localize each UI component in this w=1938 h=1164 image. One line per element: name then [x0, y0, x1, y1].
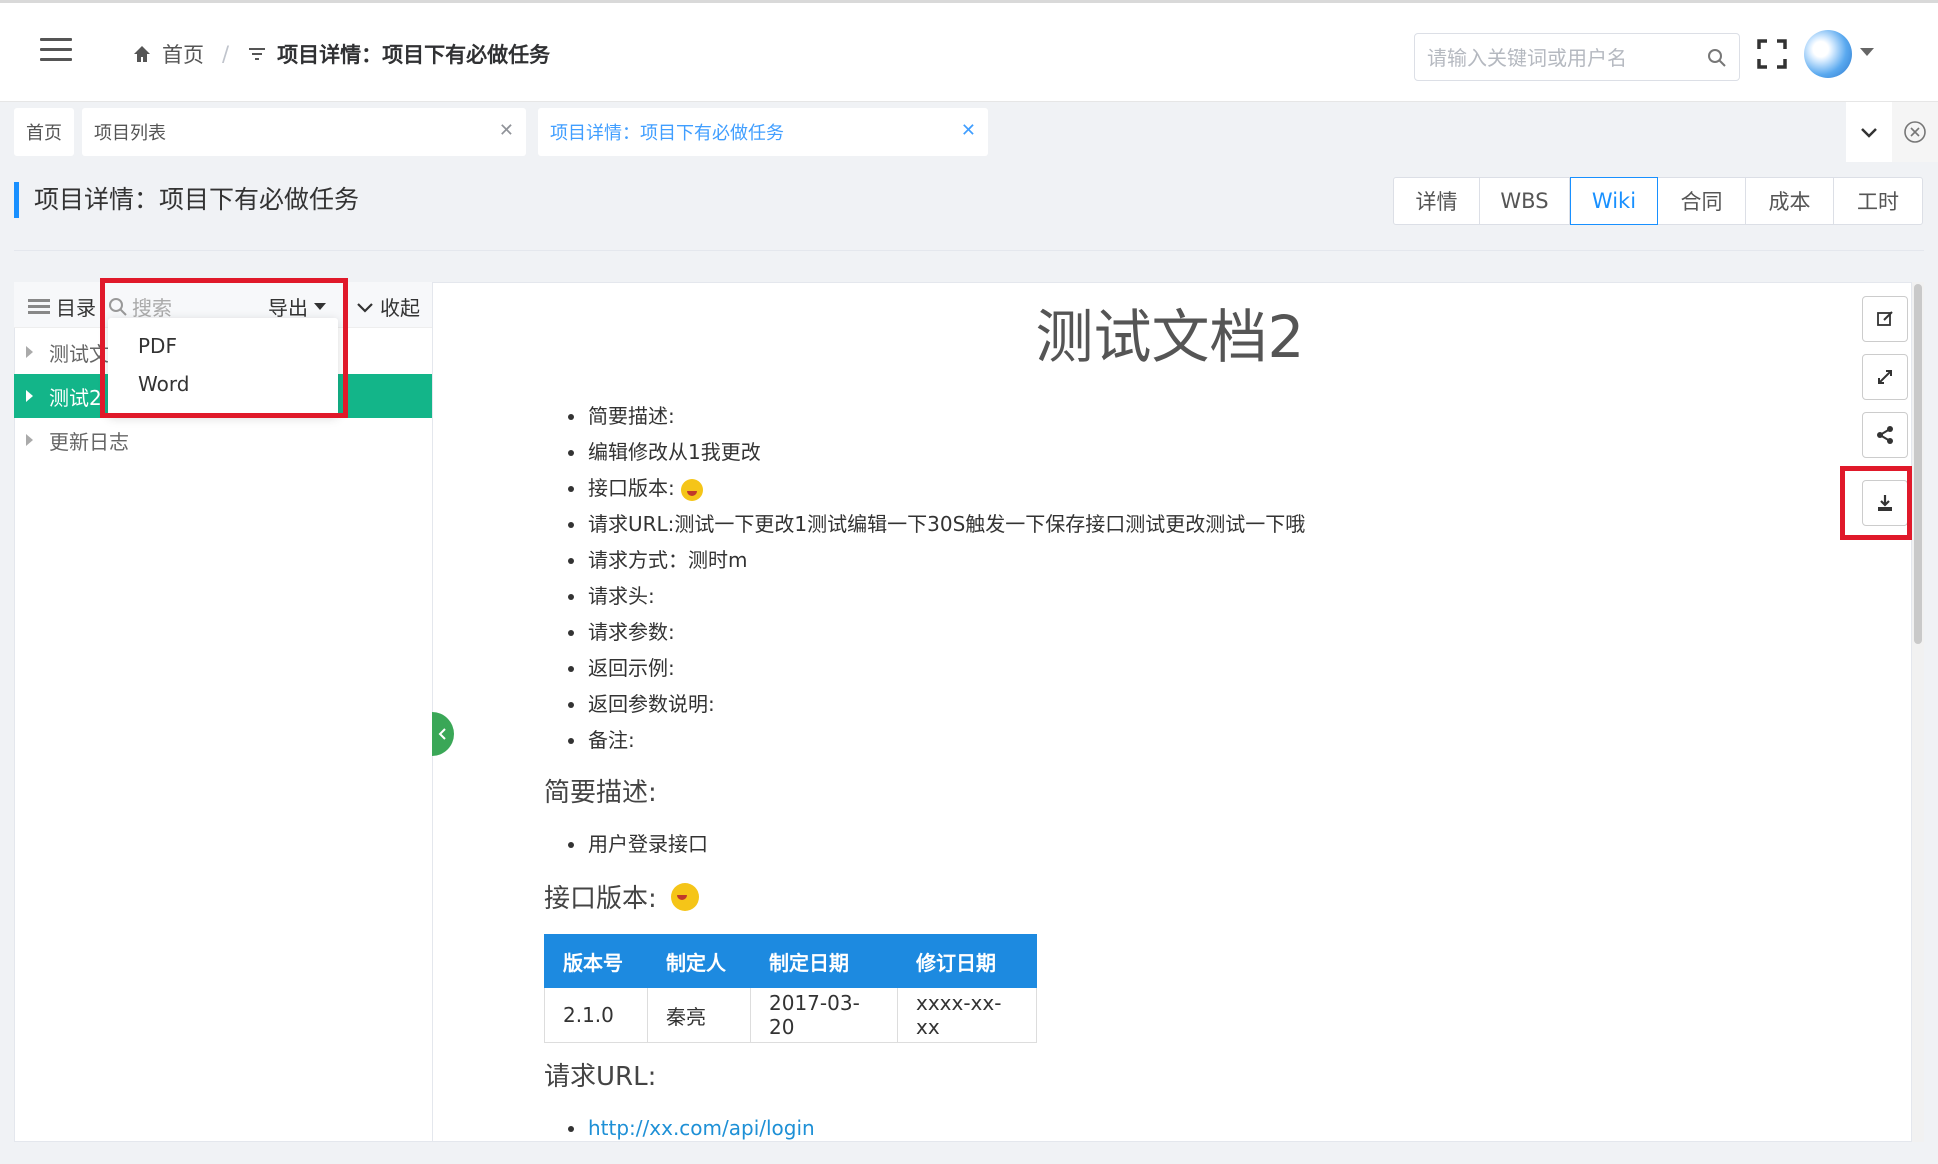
- url-link[interactable]: http://xx.com/api/login: [588, 1116, 815, 1140]
- fullscreen-icon[interactable]: [1756, 38, 1788, 70]
- expand-button[interactable]: [1862, 354, 1908, 400]
- view-tab-worktime[interactable]: 工时: [1834, 178, 1922, 224]
- table-cell: 2.1.0: [544, 987, 648, 1043]
- caret-right-icon: [26, 346, 33, 358]
- table-row: 2.1.0 秦亮 2017-03-20 xxxx-xx-xx: [544, 987, 1037, 1043]
- view-tab-cost[interactable]: 成本: [1746, 178, 1834, 224]
- expand-icon: [1878, 370, 1892, 384]
- toc-toggle[interactable]: 目录: [28, 292, 96, 321]
- view-tab-wiki[interactable]: Wiki: [1570, 177, 1658, 225]
- section-heading: 简要描述:: [544, 778, 657, 808]
- breadcrumb: 首页 / 项目详情：项目下有必做任务: [132, 36, 550, 72]
- tab-project-list[interactable]: 项目列表 ✕: [82, 108, 526, 156]
- tab-home[interactable]: 首页: [14, 108, 74, 156]
- close-icon[interactable]: ✕: [499, 120, 514, 141]
- menu-toggle-icon[interactable]: [40, 38, 74, 64]
- doc-toc-list: 简要描述: 编辑修改从1我更改 接口版本: 请求URL:测试一下更改1测试编辑一…: [568, 398, 1305, 758]
- list-item: 返回示例:: [568, 650, 1305, 686]
- list-item: 请求方式：测时m: [568, 542, 1305, 578]
- breadcrumb-home[interactable]: 首页: [162, 39, 204, 69]
- list-item: 简要描述:: [568, 398, 1305, 434]
- tabs-close-all-button[interactable]: [1892, 102, 1938, 162]
- page-title: 项目详情：项目下有必做任务: [34, 185, 360, 214]
- section-heading: 接口版本:: [544, 878, 699, 915]
- list-item: http://xx.com/api/login: [568, 1110, 815, 1146]
- edit-button[interactable]: [1862, 296, 1908, 342]
- scrollbar-thumb[interactable]: [1914, 284, 1922, 644]
- global-search[interactable]: [1414, 33, 1740, 82]
- caret-right-icon: [26, 434, 33, 446]
- title-accent-bar: [14, 182, 19, 218]
- collapse-label: 收起: [380, 296, 420, 320]
- table-header: 修订日期: [897, 934, 1037, 988]
- tabs-bar: 首页 项目列表 ✕ 项目详情：项目下有必做任务 ✕: [0, 102, 1938, 162]
- table-header: 版本号: [544, 934, 648, 988]
- divider: [14, 250, 1924, 251]
- close-icon[interactable]: ✕: [961, 120, 976, 141]
- tree-item-label: 测试2: [49, 385, 102, 410]
- global-search-input[interactable]: [1425, 34, 1699, 82]
- view-tab-detail[interactable]: 详情: [1394, 178, 1480, 224]
- list-item: 请求头:: [568, 578, 1305, 614]
- highlight-box: [100, 278, 348, 418]
- caret-down-icon[interactable]: [1860, 48, 1874, 56]
- tab-label: 项目详情：项目下有必做任务: [550, 123, 784, 144]
- caret-right-icon: [26, 390, 33, 402]
- chevron-down-icon: [1861, 128, 1877, 138]
- tree-item-changelog[interactable]: 更新日志: [14, 418, 432, 462]
- list-item: 编辑修改从1我更改: [568, 434, 1305, 470]
- filter-icon: [249, 48, 266, 60]
- share-icon: [1877, 426, 1893, 444]
- list-item: 用户登录接口: [568, 826, 708, 862]
- list-item: 接口版本:: [568, 470, 1305, 506]
- section-list: http://xx.com/api/login: [568, 1110, 815, 1146]
- list-item: 请求URL:测试一下更改1测试编辑一下30S触发一下保存接口测试更改测试一下哦: [568, 506, 1305, 542]
- list-item: 返回参数说明:: [568, 686, 1305, 722]
- tab-label: 项目列表: [94, 123, 166, 144]
- emoji-icon: [681, 478, 704, 501]
- version-table: 版本号 制定人 制定日期 修订日期 2.1.0 秦亮 2017-03-20 xx…: [544, 934, 1037, 1043]
- highlight-box: [1840, 466, 1912, 540]
- collapse-button[interactable]: 收起: [356, 292, 420, 321]
- section-list: 用户登录接口: [568, 826, 708, 862]
- tab-label: 首页: [26, 123, 62, 144]
- table-cell: xxxx-xx-xx: [897, 987, 1037, 1043]
- edit-icon: [1877, 311, 1893, 326]
- view-tab-contract[interactable]: 合同: [1658, 178, 1746, 224]
- tab-project-detail[interactable]: 项目详情：项目下有必做任务 ✕: [538, 108, 988, 156]
- list-icon: [28, 298, 50, 314]
- emoji-icon: [670, 882, 699, 911]
- chevron-down-icon: [357, 302, 373, 313]
- table-cell: 秦亮: [647, 987, 751, 1043]
- table-header: 制定人: [647, 934, 751, 988]
- tree-item-label: 更新日志: [49, 429, 129, 454]
- circle-close-icon: [1904, 121, 1926, 143]
- toc-label: 目录: [56, 296, 96, 320]
- home-icon: [134, 46, 150, 62]
- chevron-left-icon: [438, 728, 446, 740]
- section-heading: 请求URL:: [544, 1062, 657, 1092]
- bottom-strip: [0, 1142, 1938, 1164]
- tabs-more-button[interactable]: [1846, 102, 1892, 162]
- breadcrumb-separator: /: [222, 42, 230, 66]
- breadcrumb-current: 项目详情：项目下有必做任务: [277, 43, 551, 67]
- view-tabs: 详情 WBS Wiki 合同 成本 工时: [1393, 177, 1923, 225]
- doc-title: 测试文档2: [1035, 303, 1305, 371]
- table-header: 制定日期: [750, 934, 898, 988]
- share-button[interactable]: [1862, 412, 1908, 458]
- table-header-row: 版本号 制定人 制定日期 修订日期: [544, 934, 1037, 988]
- list-item: 备注:: [568, 722, 1305, 758]
- view-tab-wbs[interactable]: WBS: [1480, 178, 1570, 224]
- list-item: 请求参数:: [568, 614, 1305, 650]
- table-cell: 2017-03-20: [750, 987, 898, 1043]
- search-icon[interactable]: [1707, 48, 1727, 68]
- user-avatar[interactable]: [1804, 30, 1852, 78]
